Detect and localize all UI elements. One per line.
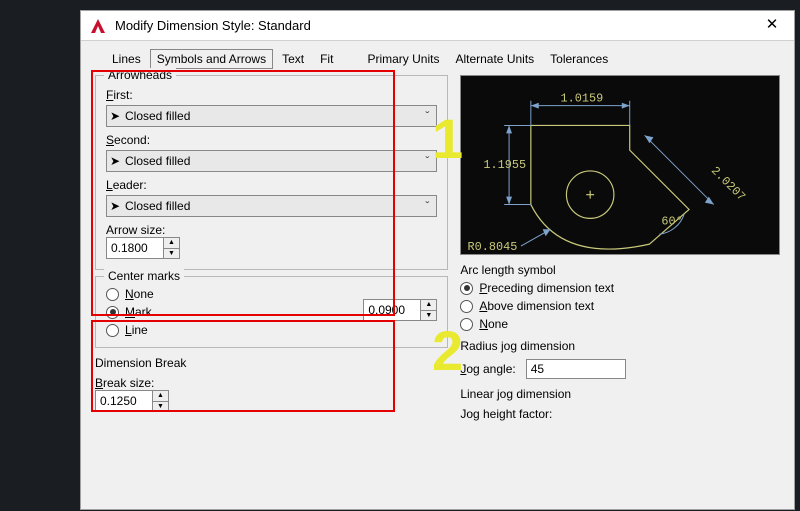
break-size-spinner[interactable]: ▲ ▼: [95, 390, 169, 412]
center-none-radio[interactable]: None: [106, 287, 363, 301]
linear-jog-title: Linear jog dimension: [460, 387, 780, 401]
first-arrowhead-value: Closed filled: [123, 109, 418, 123]
arrow-size-spinner[interactable]: ▲ ▼: [106, 237, 180, 259]
arrow-size-label: Arrow size:: [106, 223, 437, 237]
closed-filled-icon: ➤: [107, 109, 123, 123]
arc-above-label: Above dimension text: [479, 299, 594, 313]
dimension-preview: 1.0159 1.1955 2.0207 60°: [460, 75, 780, 255]
leader-arrowhead-dropdown[interactable]: ➤ Closed filled ˇ: [106, 195, 437, 217]
arc-preceding-radio[interactable]: Preceding dimension text: [460, 281, 780, 295]
break-size-input[interactable]: [96, 391, 152, 411]
radius-jog-title: Radius jog dimension: [460, 339, 780, 353]
arrow-size-input[interactable]: [107, 238, 163, 258]
tabs-bar: Lines Symbols and Arrows Text Fit Primar…: [97, 41, 794, 69]
radio-icon: [106, 324, 119, 337]
chevron-down-icon: ˇ: [418, 199, 436, 213]
linear-jog-group: Linear jog dimension Jog height factor:: [460, 387, 780, 421]
chevron-down-icon: ˇ: [418, 154, 436, 168]
chevron-down-icon: ˇ: [418, 109, 436, 123]
spinner-up-icon[interactable]: ▲: [421, 300, 436, 311]
leader-arrowhead-value: Closed filled: [123, 199, 418, 213]
window-title: Modify Dimension Style: Standard: [115, 18, 311, 33]
center-size-spinner[interactable]: ▲ ▼: [363, 299, 437, 321]
dimension-style-dialog: Modify Dimension Style: Standard ✕ Lines…: [80, 10, 795, 510]
arc-length-title: Arc length symbol: [460, 263, 780, 277]
tab-tolerances[interactable]: Tolerances: [543, 49, 615, 69]
arc-length-group: Arc length symbol Preceding dimension te…: [460, 263, 780, 331]
left-column: Arrowheads First: ➤ Closed filled ˇ Seco…: [95, 69, 448, 421]
center-line-radio[interactable]: Line: [106, 323, 363, 337]
closed-filled-icon: ➤: [107, 154, 123, 168]
radio-icon: [106, 306, 119, 319]
tab-lines[interactable]: Lines: [105, 49, 148, 69]
radio-icon: [106, 288, 119, 301]
center-marks-title: Center marks: [104, 269, 184, 283]
break-size-label: Break size:: [95, 376, 448, 390]
preview-left-dim: 1.1955: [484, 158, 527, 172]
first-label: First:: [106, 88, 437, 102]
right-column: 1.0159 1.1955 2.0207 60°: [460, 69, 780, 421]
jog-angle-label: Jog angle:: [460, 362, 515, 376]
second-arrowhead-value: Closed filled: [123, 154, 418, 168]
arc-above-radio[interactable]: Above dimension text: [460, 299, 780, 313]
arc-none-radio[interactable]: None: [460, 317, 780, 331]
center-mark-radio[interactable]: Mark: [106, 305, 363, 319]
arc-preceding-label: Preceding dimension text: [479, 281, 614, 295]
spinner-down-icon[interactable]: ▼: [153, 402, 168, 412]
arc-none-label: None: [479, 317, 508, 331]
preview-radius-dim: R0.8045: [468, 240, 518, 254]
spinner-down-icon[interactable]: ▼: [164, 249, 179, 259]
spinner-down-icon[interactable]: ▼: [421, 311, 436, 321]
jog-angle-input[interactable]: [526, 359, 626, 379]
dimension-break-title: Dimension Break: [95, 356, 448, 370]
preview-top-dim: 1.0159: [561, 92, 604, 106]
arrowheads-group: Arrowheads First: ➤ Closed filled ˇ Seco…: [95, 75, 448, 270]
radius-jog-group: Radius jog dimension Jog angle:: [460, 339, 780, 379]
closed-filled-icon: ➤: [107, 199, 123, 213]
center-mark-label: Mark: [125, 305, 152, 319]
radio-icon: [460, 318, 473, 331]
autocad-icon: [89, 17, 107, 35]
tab-alternate-units[interactable]: Alternate Units: [448, 49, 541, 69]
arrowheads-title: Arrowheads: [104, 68, 176, 82]
tab-fit[interactable]: Fit: [313, 49, 340, 69]
close-button[interactable]: ✕: [758, 16, 786, 36]
jog-height-label: Jog height factor:: [460, 407, 780, 421]
radio-icon: [460, 282, 473, 295]
preview-angle-dim: 60°: [662, 214, 683, 228]
leader-label: Leader:: [106, 178, 437, 192]
dimension-break-group: Dimension Break Break size: ▲ ▼: [95, 356, 448, 412]
second-label: Second:: [106, 133, 437, 147]
tab-symbols-and-arrows[interactable]: Symbols and Arrows: [150, 49, 273, 69]
center-line-label: Line: [125, 323, 148, 337]
spinner-up-icon[interactable]: ▲: [164, 238, 179, 249]
center-none-label: None: [125, 287, 154, 301]
tab-primary-units[interactable]: Primary Units: [360, 49, 446, 69]
spinner-up-icon[interactable]: ▲: [153, 391, 168, 402]
tab-text[interactable]: Text: [275, 49, 311, 69]
center-marks-group: Center marks None Mark Line: [95, 276, 448, 348]
center-size-input[interactable]: [364, 300, 420, 320]
first-arrowhead-dropdown[interactable]: ➤ Closed filled ˇ: [106, 105, 437, 127]
tab-content: Arrowheads First: ➤ Closed filled ˇ Seco…: [81, 69, 794, 431]
titlebar: Modify Dimension Style: Standard ✕: [81, 11, 794, 41]
radio-icon: [460, 300, 473, 313]
preview-diag-dim: 2.0207: [708, 164, 748, 204]
second-arrowhead-dropdown[interactable]: ➤ Closed filled ˇ: [106, 150, 437, 172]
